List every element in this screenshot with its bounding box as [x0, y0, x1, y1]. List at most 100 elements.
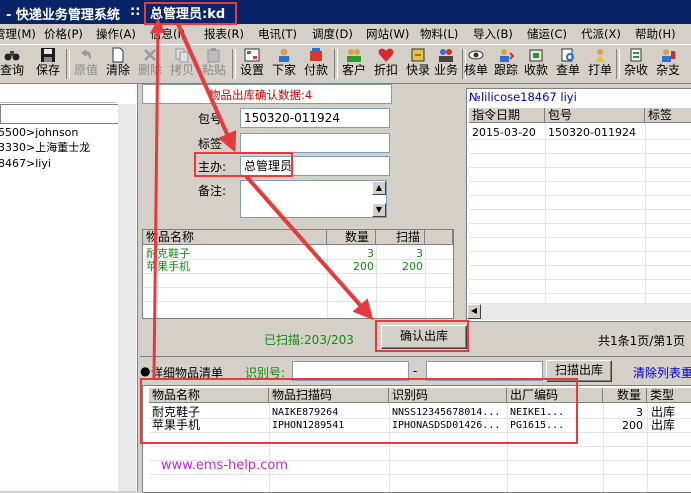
copy-button[interactable]: 拷贝	[168, 46, 196, 82]
misc-pay-button[interactable]: 杂支	[654, 46, 682, 82]
menu-price[interactable]: 价格(P)	[44, 26, 83, 42]
form-panel: 物品出库确认数据:4 包号 150320-011924 标签 主办: 总管理员 …	[142, 84, 463, 229]
table-cell[interactable]: 2015-03-20	[472, 126, 536, 139]
menu-manage[interactable]: 管理(M)	[0, 26, 36, 42]
right-col-date[interactable]: 指令日期	[469, 108, 545, 123]
left-filter-input[interactable]	[0, 104, 120, 124]
receive-payment-button[interactable]: 收款	[522, 46, 550, 82]
scanned-count: 已扫描:203/203	[264, 333, 354, 347]
verify-icon	[468, 50, 484, 60]
table-cell[interactable]: 200	[329, 260, 374, 273]
table-cell[interactable]: PG1615...	[510, 419, 564, 432]
table-cell[interactable]: 出库	[651, 419, 675, 432]
verify-button[interactable]: 核单	[462, 46, 490, 82]
right-col-tag[interactable]: 标签	[645, 108, 691, 123]
detail-col-qty[interactable]: 数量	[603, 388, 647, 403]
items-table: 物品名称 数量 扫描 耐克鞋子 3 3 苹果手机 200 200	[142, 229, 454, 319]
next-party-button[interactable]: 下家	[270, 46, 298, 82]
form-title: 物品出库确认数据:4	[209, 88, 313, 102]
id-to-input[interactable]	[426, 361, 543, 381]
payment-icon	[310, 48, 322, 61]
id-range-dash: -	[413, 364, 418, 378]
business-icon	[439, 49, 453, 62]
menu-proxy[interactable]: 代派(X)	[581, 26, 621, 42]
tag-input[interactable]	[240, 133, 390, 153]
right-hscrollbar[interactable]: ◀	[467, 303, 691, 320]
copy-icon	[175, 48, 189, 63]
list-item[interactable]: 8467>liyi	[0, 157, 51, 170]
menu-website[interactable]: 网站(W)	[366, 26, 409, 42]
items-col-name[interactable]: 物品名称	[143, 230, 327, 245]
detail-col-scancode[interactable]: 物品扫描码	[269, 388, 389, 403]
undo-icon	[81, 49, 91, 60]
title-bar: - 快递业务管理系统 :: 总管理员:kd	[0, 0, 691, 24]
menu-report[interactable]: 报表(R)	[204, 26, 244, 42]
delete-button[interactable]: 删除	[136, 46, 164, 82]
table-cell[interactable]: 苹果手机	[146, 260, 190, 273]
menu-dispatch[interactable]: 调度(D)	[312, 26, 353, 42]
handler-input[interactable]: 总管理员	[240, 156, 390, 176]
note-textarea[interactable]: ▲ ▼	[240, 180, 387, 218]
table-cell[interactable]: 苹果手机	[152, 419, 200, 432]
query-button[interactable]: 查询	[0, 46, 26, 82]
original-value-button[interactable]: 原值	[72, 46, 100, 82]
items-col-qty[interactable]: 数量	[327, 230, 376, 245]
next-party-icon	[279, 48, 289, 62]
package-input[interactable]: 150320-011924	[240, 108, 390, 128]
current-user-label: 总管理员:kd	[150, 7, 226, 22]
clear-list-link[interactable]: 清除列表重	[633, 364, 691, 381]
title-separator: ::	[130, 4, 141, 19]
customer-button[interactable]: 客户	[340, 46, 368, 82]
table-cell[interactable]: IPHONASDSD01426...	[392, 419, 504, 432]
left-scrollbar[interactable]	[118, 104, 136, 491]
menu-info[interactable]: 信息(I)	[150, 26, 185, 42]
settings-icon	[244, 48, 260, 62]
detail-col-name[interactable]: 物品名称	[149, 388, 269, 403]
note-scroll-down[interactable]: ▼	[372, 203, 386, 217]
misc-receive-button[interactable]: 杂收	[622, 46, 650, 82]
detail-col-factory-code[interactable]: 出厂编码	[507, 388, 603, 403]
clear-icon	[112, 47, 124, 63]
right-scroll-left[interactable]: ◀	[467, 304, 481, 319]
menu-help[interactable]: 帮助(H)	[635, 26, 676, 42]
table-cell[interactable]: 200	[378, 260, 423, 273]
payment-button[interactable]: 付款	[302, 46, 330, 82]
track-button[interactable]: 跟踪	[492, 46, 520, 82]
business-button[interactable]: 业务	[432, 46, 460, 82]
detail-col-idcode[interactable]: 识别码	[389, 388, 507, 403]
note-scroll-up[interactable]: ▲	[372, 181, 386, 195]
detail-radio[interactable]: ●	[140, 364, 150, 378]
search-order-button[interactable]: 查单	[554, 46, 582, 82]
discount-button[interactable]: 折扣	[372, 46, 400, 82]
form-title-bar: 物品出库确认数据:4	[142, 84, 392, 104]
scan-out-button[interactable]: 扫描出库	[546, 360, 612, 382]
table-cell[interactable]: IPHON1289541	[272, 419, 344, 432]
id-from-input[interactable]	[292, 361, 409, 381]
clear-button[interactable]: 清除	[104, 46, 132, 82]
note-label: 备注:	[198, 184, 227, 198]
quick-entry-icon	[411, 48, 425, 62]
binoculars-icon	[4, 51, 20, 61]
list-item[interactable]: 5500>johnson	[0, 126, 78, 139]
handler-label: 主办:	[198, 160, 227, 174]
detail-col-type[interactable]: 类型	[647, 388, 691, 403]
confirm-outbound-button[interactable]: 确认出库	[381, 325, 467, 349]
menu-operation[interactable]: 操作(A)	[96, 26, 136, 42]
menu-telecom[interactable]: 电讯(T)	[258, 26, 297, 42]
right-col-package[interactable]: 包号	[545, 108, 645, 123]
table-cell[interactable]: 150320-011924	[548, 126, 636, 139]
menu-storage[interactable]: 储运(C)	[527, 26, 567, 42]
table-cell[interactable]: 200	[605, 419, 643, 432]
settings-button[interactable]: 设置	[238, 46, 266, 82]
detail-table: 物品名称 物品扫描码 识别码 出厂编码 数量 类型 耐克鞋子 NAIKE8792…	[142, 385, 691, 493]
save-button[interactable]: 保存	[34, 46, 62, 82]
paste-icon	[207, 48, 220, 63]
menu-import[interactable]: 导入(B)	[473, 26, 513, 42]
items-col-scan[interactable]: 扫描	[376, 230, 425, 245]
quick-entry-button[interactable]: 快录	[404, 46, 432, 82]
receive-icon	[529, 49, 543, 62]
menu-material[interactable]: 物料(L)	[420, 26, 458, 42]
list-item[interactable]: 3330>上海董士龙	[0, 141, 90, 154]
paste-button[interactable]: 粘贴	[200, 46, 228, 82]
print-order-button[interactable]: 打单	[586, 46, 614, 82]
